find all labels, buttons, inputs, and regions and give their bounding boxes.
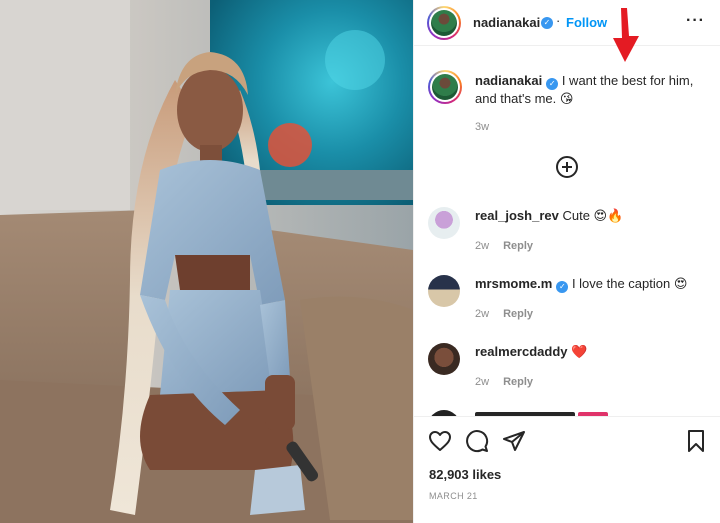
share-icon[interactable] [502, 429, 526, 453]
more-options-icon[interactable]: ··· [686, 12, 705, 30]
post-photo[interactable] [0, 0, 413, 523]
reply-button[interactable]: Reply [503, 376, 533, 388]
post-image [0, 0, 413, 523]
comment-meta: 2w Reply [475, 376, 533, 388]
reply-button[interactable]: Reply [503, 240, 533, 252]
comment-text-block: mrsmome.m ✓ I love the caption 😍 [475, 275, 707, 293]
separator-dot: · [556, 13, 561, 28]
comment-avatar[interactable] [428, 207, 460, 239]
comment-row: realmercdaddy ❤️ 2w Reply [414, 341, 720, 401]
post-header: nadianakai ✓ · Follow ··· [414, 0, 720, 62]
author-username[interactable]: nadianakai [473, 15, 540, 30]
comment-username[interactable]: real_josh_rev [475, 208, 559, 223]
post-date: MARCH 21 [429, 491, 478, 501]
verified-icon: ✓ [556, 281, 569, 293]
verified-icon: ✓ [541, 17, 553, 29]
comment-age: 2w [475, 240, 490, 252]
follow-button[interactable]: Follow [566, 15, 607, 30]
comment-text: Cute 😍🔥 [562, 208, 624, 223]
comment-text: ❤️ [571, 344, 588, 359]
comment-meta: 2w Reply [475, 308, 533, 320]
caption-username[interactable]: nadianakai [475, 73, 542, 88]
caption-age: 3w [475, 121, 490, 133]
comment-avatar[interactable] [428, 275, 460, 307]
comment-row: real_josh_rev Cute 😍🔥 2w Reply [414, 205, 720, 265]
comment-age: 2w [475, 376, 490, 388]
verified-icon: ✓ [546, 78, 559, 90]
red-arrow-annotation-icon [613, 8, 639, 62]
heart-icon[interactable] [428, 429, 452, 453]
comment-avatar[interactable] [428, 343, 460, 375]
comment-text-block: real_josh_rev Cute 😍🔥 [475, 207, 707, 225]
post-details-panel: nadianakai ✓ · Follow ··· nadianakai ✓ I … [413, 0, 720, 523]
caption-row: nadianakai ✓ I want the best for him, and… [414, 70, 720, 140]
post-actions-bar: 82,903 likes MARCH 21 [414, 416, 720, 523]
load-more-comments-icon[interactable] [556, 156, 578, 178]
likes-count[interactable]: 82,903 likes [429, 467, 501, 482]
author-avatar[interactable] [427, 6, 461, 40]
comment-meta: 2w Reply [475, 240, 533, 252]
bookmark-icon[interactable] [684, 429, 708, 453]
comment-username[interactable]: mrsmome.m [475, 276, 552, 291]
comment-row: mrsmome.m ✓ I love the caption 😍 2w Reply [414, 273, 720, 333]
caption-avatar[interactable] [428, 70, 462, 104]
comment-text-block: realmercdaddy ❤️ [475, 343, 707, 361]
comment-text: I love the caption 😍 [571, 276, 688, 291]
caption-text-block: nadianakai ✓ I want the best for him, and… [475, 72, 707, 108]
comment-age: 2w [475, 308, 490, 320]
comment-row-partial [428, 406, 708, 416]
comment-icon[interactable] [465, 429, 489, 453]
reply-button[interactable]: Reply [503, 308, 533, 320]
comment-username[interactable]: realmercdaddy [475, 344, 568, 359]
